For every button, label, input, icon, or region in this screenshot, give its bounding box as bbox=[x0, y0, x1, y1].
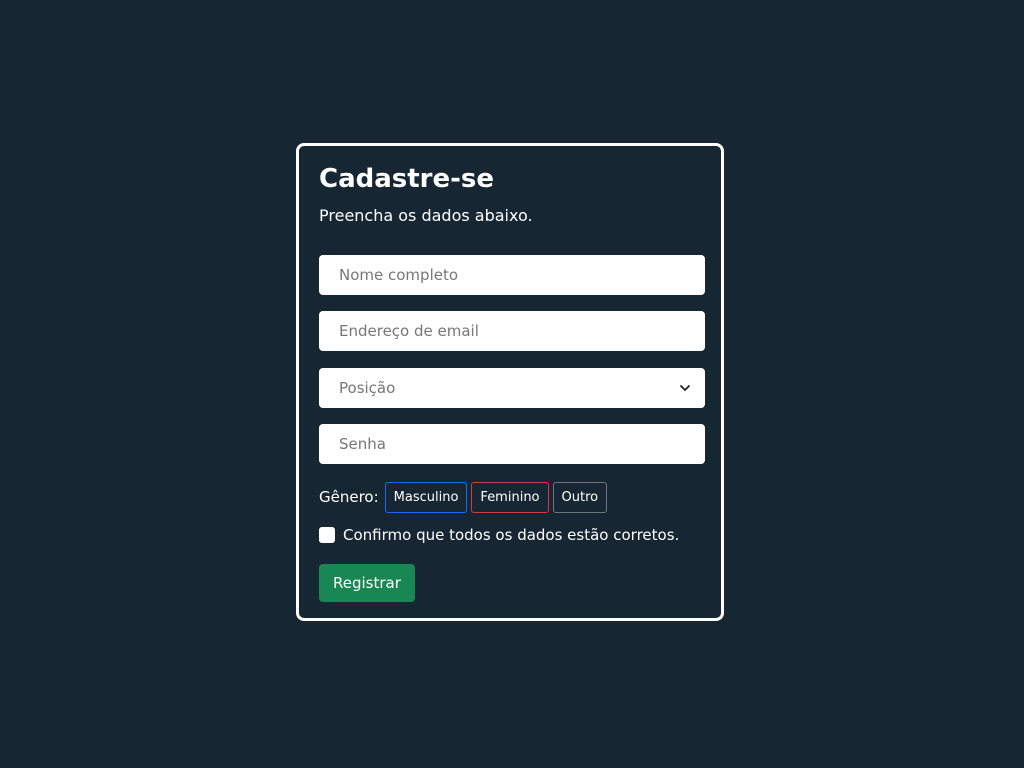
confirm-row: Confirmo que todos os dados estão corret… bbox=[319, 526, 679, 544]
password-input[interactable] bbox=[319, 424, 705, 464]
gender-other-button[interactable]: Outro bbox=[552, 481, 608, 513]
gender-label: Gênero: bbox=[319, 488, 379, 506]
registration-card: Cadastre-se Preencha os dados abaixo. Po… bbox=[296, 143, 724, 621]
chevron-down-icon bbox=[679, 379, 690, 398]
position-select-placeholder: Posição bbox=[339, 379, 396, 397]
confirm-label[interactable]: Confirmo que todos os dados estão corret… bbox=[343, 526, 679, 544]
form-subtitle: Preencha os dados abaixo. bbox=[319, 206, 533, 225]
form-title: Cadastre-se bbox=[319, 164, 495, 194]
gender-male-button[interactable]: Masculino bbox=[384, 481, 468, 513]
gender-group: Gênero: Masculino Feminino Outro bbox=[319, 481, 608, 513]
confirm-checkbox[interactable] bbox=[319, 527, 335, 543]
gender-female-button[interactable]: Feminino bbox=[471, 481, 549, 513]
email-input[interactable] bbox=[319, 311, 705, 351]
name-input[interactable] bbox=[319, 255, 705, 295]
register-button[interactable]: Registrar bbox=[319, 564, 415, 602]
position-select[interactable]: Posição bbox=[319, 368, 705, 408]
